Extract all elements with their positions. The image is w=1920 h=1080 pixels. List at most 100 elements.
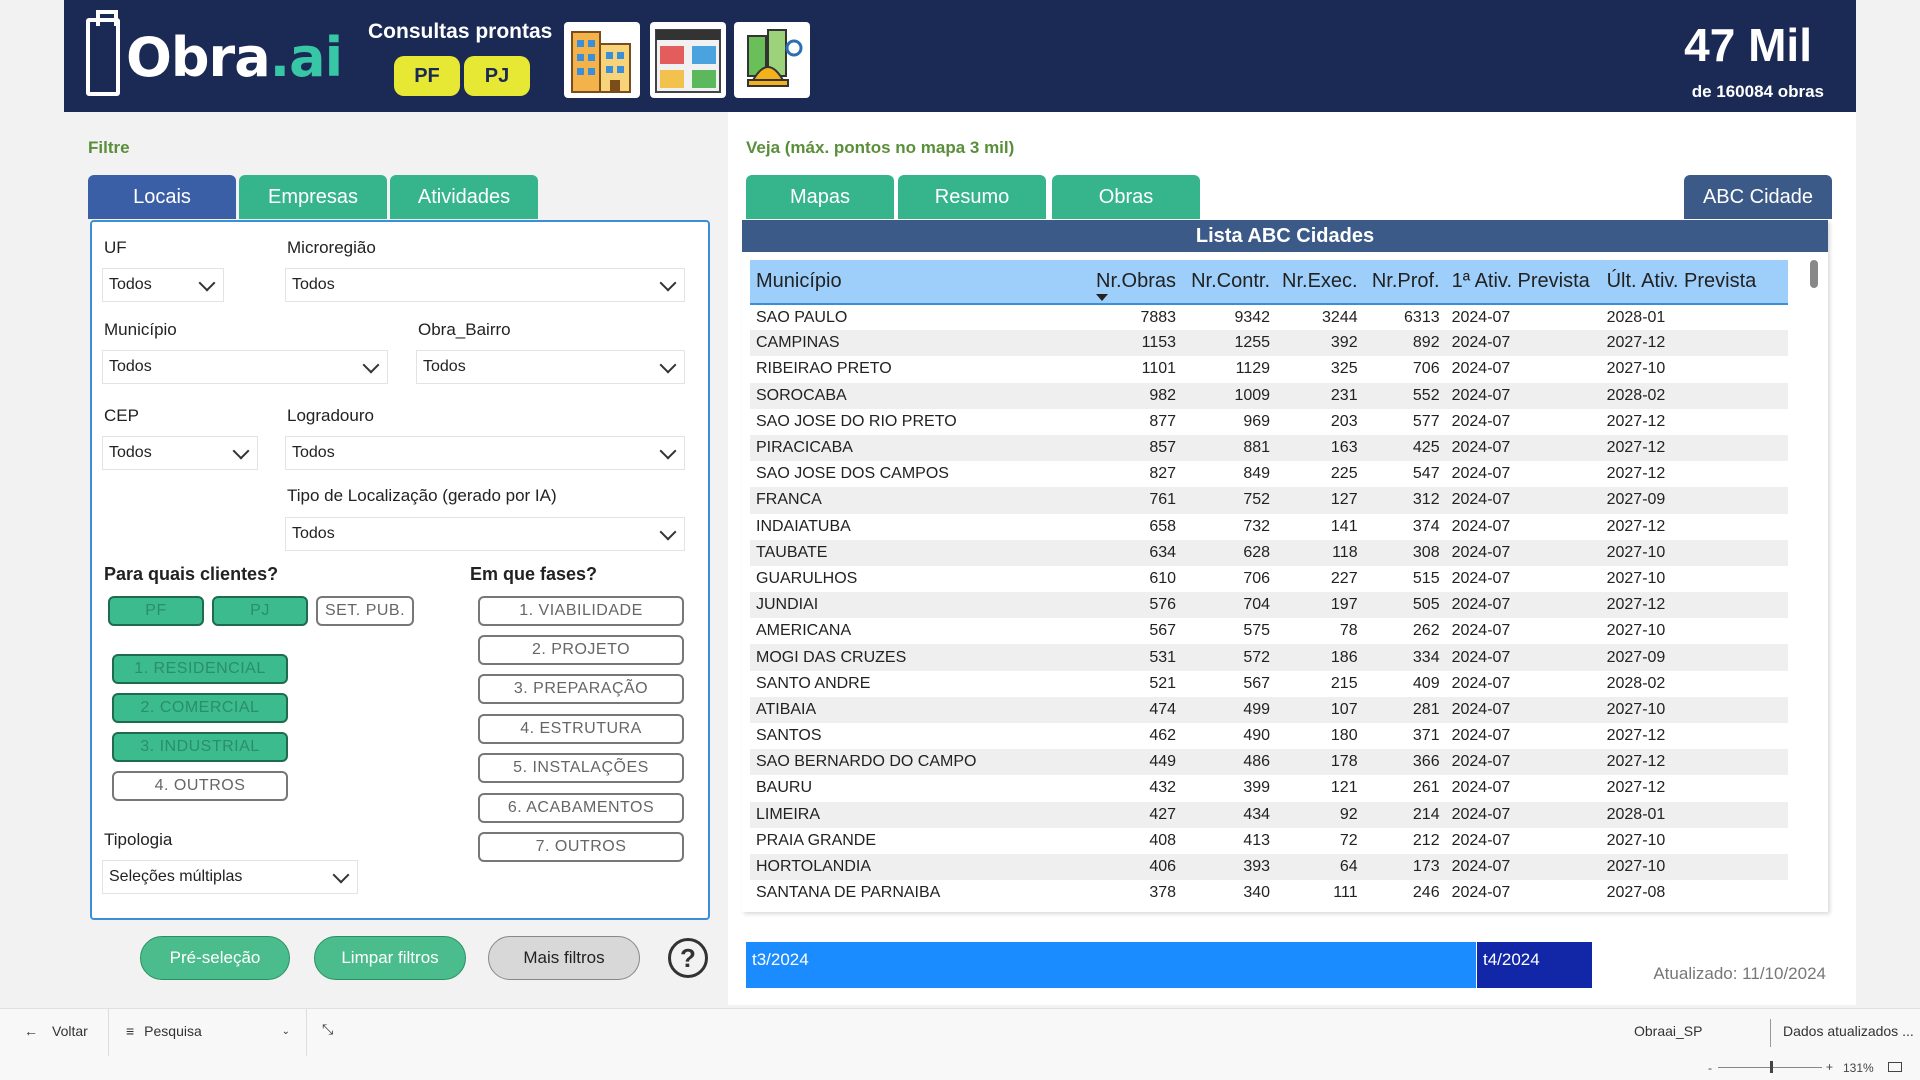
fit-page-icon[interactable] — [1888, 1062, 1902, 1072]
column-header-nr-obras[interactable]: Nr.Obras — [1090, 260, 1183, 305]
table-title: Lista ABC Cidades — [742, 220, 1828, 252]
table-row[interactable]: FRANCA 761 752 127 312 2024-07 2027-09 — [750, 487, 1788, 514]
table-cell: 2027-12 — [1606, 727, 1666, 745]
segmento-industrial-toggle[interactable]: 3. INDUSTRIAL — [112, 732, 288, 762]
table-cell: 577 — [1412, 412, 1440, 430]
tab-resumo[interactable]: Resumo — [898, 175, 1046, 219]
fase-instalacoes-toggle[interactable]: 5. INSTALAÇÕES — [478, 753, 684, 783]
mais-filtros-button[interactable]: Mais filtros — [488, 936, 640, 980]
tab-empresas[interactable]: Empresas — [239, 175, 387, 219]
table-cell: 261 — [1412, 779, 1440, 797]
pre-selecao-button[interactable]: Pré-seleção — [140, 936, 290, 980]
table-row[interactable]: SANTANA DE PARNAIBA 378 340 111 246 2024-07 20… — [750, 880, 1788, 906]
column-header-ultima-ativ[interactable]: Últ. Ativ. Prevista — [1600, 260, 1788, 305]
logradouro-label: Logradouro — [287, 406, 374, 425]
search-dropdown[interactable]: ≡ Pesquisa ⌄ — [126, 1023, 290, 1039]
zoom-slider-handle[interactable] — [1770, 1061, 1773, 1073]
table-cell: 180 — [1330, 727, 1358, 745]
table-row[interactable]: SOROCABA 982 1009 231 552 2024-07 2028-02 — [750, 382, 1788, 409]
table-row[interactable]: SAO BERNARDO DO CAMPO 449 486 178 366 2024-07… — [750, 749, 1788, 776]
column-header-nr-prof[interactable]: Nr.Prof. — [1363, 260, 1446, 305]
table-row[interactable]: PRAIA GRANDE 408 413 72 212 2024-07 2027-10 — [750, 828, 1788, 854]
timeline-t4-2024[interactable]: t4/2024 — [1476, 942, 1592, 988]
tab-mapas[interactable]: Mapas — [746, 175, 894, 219]
tab-atividades[interactable]: Atividades — [390, 175, 538, 219]
filtre-label: Filtre — [88, 138, 130, 157]
table-cell: 2024-07 — [1451, 727, 1511, 745]
table-cell: 2024-07 — [1451, 360, 1511, 378]
table-row[interactable]: CAMPINAS 1153 1255 392 892 2024-07 2027-12 — [750, 330, 1788, 357]
table-row[interactable]: SAO JOSE DOS CAMPOS 827 849 225 547 2024-07 20… — [750, 461, 1788, 487]
table-row[interactable]: JUNDIAI 576 704 197 505 2024-07 2027-12 — [750, 592, 1788, 619]
table-row[interactable]: PIRACICABA 857 881 163 425 2024-07 2027-12 — [750, 434, 1788, 462]
tab-locais[interactable]: Locais — [88, 175, 236, 219]
table-cell: LIMEIRA — [750, 801, 1090, 828]
table-row[interactable]: SAO JOSE DO RIO PRETO 877 969 203 577 2024-07… — [750, 409, 1788, 435]
table-cell: 2027-09 — [1600, 487, 1788, 514]
fase-viabilidade-toggle[interactable]: 1. VIABILIDADE — [478, 596, 684, 626]
uf-dropdown[interactable]: Todos — [102, 268, 224, 302]
cliente-pj-toggle[interactable]: PJ — [212, 596, 308, 626]
table-cell: 486 — [1182, 749, 1277, 776]
municipio-label: Município — [104, 320, 177, 339]
table-row[interactable]: INDAIATUBA 658 732 141 374 2024-07 2027-12 — [750, 514, 1788, 540]
table-row[interactable]: BAURU 432 399 121 261 2024-07 2027-12 — [750, 775, 1788, 801]
consulta-pf-button[interactable]: PF — [394, 56, 460, 96]
table-row[interactable]: LIMEIRA 427 434 92 214 2024-07 2028-01 — [750, 801, 1788, 828]
table-cell: 849 — [1243, 465, 1271, 483]
fase-acabamentos-toggle[interactable]: 6. ACABAMENTOS — [478, 793, 684, 823]
fase-estrutura-toggle[interactable]: 4. ESTRUTURA — [478, 714, 684, 744]
abc-cidades-table-visual: Lista ABC Cidades Município Nr.Obras Nr.… — [742, 220, 1828, 912]
column-header-primeira-ativ[interactable]: 1ª Ativ. Prevista — [1445, 260, 1601, 305]
logradouro-dropdown[interactable]: Todos — [285, 436, 685, 470]
column-header-nr-exec[interactable]: Nr.Exec. — [1276, 260, 1364, 305]
municipio-dropdown[interactable]: Todos — [102, 350, 388, 384]
cliente-pf-toggle[interactable]: PF — [108, 596, 204, 626]
table-row[interactable]: HORTOLANDIA 406 393 64 173 2024-07 2027-10 — [750, 853, 1788, 881]
column-header-municipio[interactable]: Município — [750, 260, 1090, 305]
consulta-pj-button[interactable]: PJ — [464, 56, 530, 96]
collapse-icon[interactable]: ⤡ — [322, 1021, 333, 1038]
limpar-filtros-button[interactable]: Limpar filtros — [314, 936, 466, 980]
table-row[interactable]: RIBEIRAO PRETO 1101 1129 325 706 2024-07 2027-… — [750, 356, 1788, 382]
store-icon[interactable] — [650, 22, 726, 98]
table-scrollbar[interactable] — [1810, 260, 1818, 288]
column-header-nr-contr[interactable]: Nr.Contr. — [1182, 260, 1277, 305]
table-row[interactable]: ATIBAIA 474 499 107 281 2024-07 2027-10 — [750, 696, 1788, 723]
fase-projeto-toggle[interactable]: 2. PROJETO — [478, 635, 684, 665]
table-row[interactable]: MOGI DAS CRUZES 531 572 186 334 2024-07 2027-0… — [750, 644, 1788, 671]
segmento-residencial-toggle[interactable]: 1. RESIDENCIAL — [112, 654, 288, 684]
fase-preparacao-toggle[interactable]: 3. PREPARAÇÃO — [478, 674, 684, 704]
table-row[interactable]: SANTO ANDRE 521 567 215 409 2024-07 2028-02 — [750, 671, 1788, 697]
table-row[interactable]: SANTOS 462 490 180 371 2024-07 2027-12 — [750, 723, 1788, 749]
timeline-t3-2024[interactable]: t3/2024 — [746, 942, 1476, 988]
fase-outros-toggle[interactable]: 7. OUTROS — [478, 832, 684, 862]
table-row[interactable]: GUARULHOS 610 706 227 515 2024-07 2027-10 — [750, 566, 1788, 592]
chevron-down-icon — [659, 274, 677, 292]
zoom-out-icon[interactable]: - — [1708, 1061, 1712, 1075]
table-row[interactable]: SAO PAULO 7883 9342 3244 6313 2024-07 2028-01 — [750, 304, 1788, 330]
table-row[interactable]: TAUBATE 634 628 118 308 2024-07 2027-10 — [750, 539, 1788, 566]
bairro-dropdown[interactable]: Todos — [416, 350, 685, 384]
tipo-localizacao-dropdown[interactable]: Todos — [285, 517, 685, 551]
table-cell: JUNDIAI — [750, 592, 1090, 619]
back-button[interactable]: ← Voltar — [24, 1023, 88, 1039]
segmento-comercial-toggle[interactable]: 2. COMERCIAL — [112, 693, 288, 723]
cliente-setpub-toggle[interactable]: SET. PUB. — [316, 596, 414, 626]
zoom-in-icon[interactable]: + — [1826, 1060, 1833, 1074]
table-cell: SANTANA DE PARNAIBA — [756, 884, 941, 902]
help-icon[interactable]: ? — [668, 938, 708, 978]
tipologia-dropdown[interactable]: Seleções múltiplas — [102, 860, 358, 894]
tab-obras[interactable]: Obras — [1052, 175, 1200, 219]
table-row[interactable]: AMERICANA 567 575 78 262 2024-07 2027-10 — [750, 618, 1788, 644]
building-icon[interactable] — [564, 22, 640, 98]
table-cell: 2027-12 — [1606, 779, 1666, 797]
table-cell: 567 — [1243, 674, 1271, 692]
table-cell: 2027-10 — [1606, 569, 1666, 587]
construction-icon[interactable] — [734, 22, 810, 98]
tab-abc-cidade[interactable]: ABC Cidade — [1684, 175, 1832, 219]
segmento-outros-toggle[interactable]: 4. OUTROS — [112, 771, 288, 801]
table-cell: FRANCA — [750, 487, 1090, 514]
cep-dropdown[interactable]: Todos — [102, 436, 258, 470]
microregiao-dropdown[interactable]: Todos — [285, 268, 685, 302]
